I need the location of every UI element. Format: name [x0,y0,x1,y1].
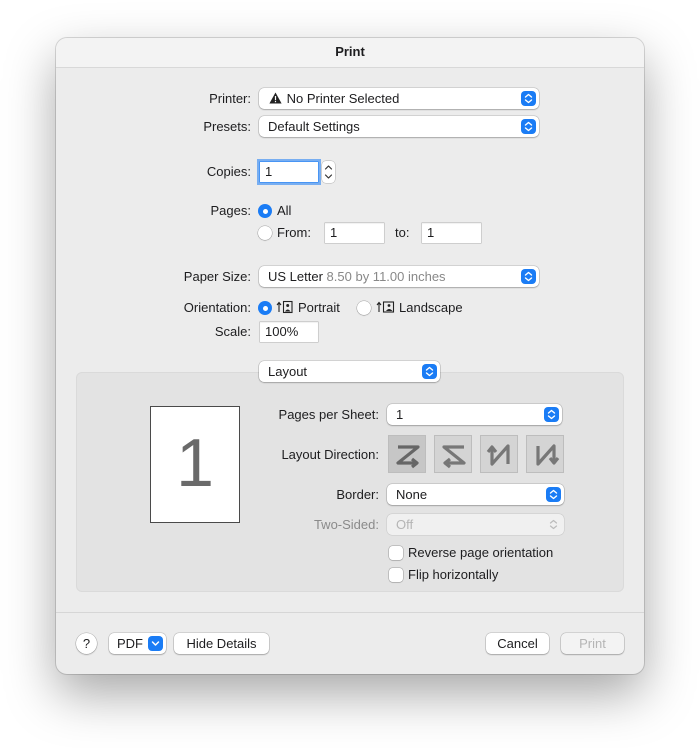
landscape-icon [376,300,396,317]
pages-per-sheet-value: 1 [396,407,404,422]
print-button[interactable]: Print [561,633,624,654]
section-menu-popup[interactable]: Layout [259,361,440,382]
paper-size-popup[interactable]: US Letter 8.50 by 11.00 inches [259,266,539,287]
portrait-label: Portrait [298,300,340,315]
landscape-label: Landscape [399,300,463,315]
border-popup[interactable]: None [387,484,564,505]
border-label: Border: [336,487,379,502]
pdf-label: PDF [117,636,143,651]
portrait-icon [276,300,294,317]
chevron-updown-icon [546,517,561,532]
layout-direction-reverse-z-button[interactable] [434,435,472,473]
presets-label: Presets: [203,119,251,134]
layout-direction-z-button[interactable] [388,435,426,473]
paper-size-label: Paper Size: [183,269,251,284]
hide-details-button[interactable]: Hide Details [174,633,269,654]
chevron-updown-icon [521,269,536,284]
footer-divider [56,612,644,613]
print-dialog: Print Printer: No Printer Selected Prese… [56,38,644,674]
section-menu-value: Layout [268,364,308,379]
orientation-landscape-radio[interactable] [357,301,371,315]
layout-direction-n-button[interactable] [526,435,564,473]
orientation-label: Orientation: [183,300,251,315]
presets-popup[interactable]: Default Settings [259,116,539,137]
flip-horizontally-label: Flip horizontally [408,567,499,582]
scale-field[interactable]: 100% [260,322,318,342]
two-sided-value: Off [396,517,414,532]
chevron-updown-icon [546,487,561,502]
two-sided-popup[interactable]: Off [387,514,564,535]
printer-value: No Printer Selected [286,91,400,106]
warning-icon [269,89,283,109]
pages-to-label: to: [395,225,410,240]
presets-value: Default Settings [268,119,360,134]
reverse-orientation-label: Reverse page orientation [408,545,554,560]
copies-field[interactable]: 1 [260,162,318,182]
help-button[interactable]: ? [76,633,97,654]
flip-horizontally-checkbox[interactable] [389,568,403,582]
layout-direction-label: Layout Direction: [281,447,379,462]
cancel-button[interactable]: Cancel [486,633,549,654]
pages-all-radio[interactable] [258,204,272,218]
pages-to-field[interactable]: 1 [422,223,481,243]
orientation-portrait-radio[interactable] [258,301,272,315]
copies-label: Copies: [206,164,251,179]
chevron-updown-icon [521,119,536,134]
pages-from-field[interactable]: 1 [325,223,384,243]
printer-popup[interactable]: No Printer Selected [259,88,539,109]
copies-stepper[interactable] [322,161,335,183]
chevron-updown-icon [422,364,437,379]
pdf-menu-button[interactable]: PDF [109,633,166,654]
dialog-title: Print [56,38,644,68]
pages-from-label: From: [277,225,311,240]
chevron-down-icon [148,636,163,651]
pages-from-radio[interactable] [258,226,272,240]
chevron-updown-icon [544,407,559,422]
page-preview: 1 [150,406,240,523]
pages-label: Pages: [210,203,251,218]
paper-size-detail: 8.50 by 11.00 inches [326,269,446,284]
printer-label: Printer: [209,91,251,106]
pages-per-sheet-label: Pages per Sheet: [278,407,379,422]
chevron-updown-icon [521,91,536,106]
two-sided-label: Two-Sided: [313,517,379,532]
layout-direction-reverse-n-button[interactable] [480,435,518,473]
pages-all-label: All [277,203,292,218]
paper-size-value: US Letter [268,269,323,284]
scale-label: Scale: [214,324,251,339]
pages-per-sheet-popup[interactable]: 1 [387,404,562,425]
reverse-orientation-checkbox[interactable] [389,546,403,560]
border-value: None [396,487,428,502]
